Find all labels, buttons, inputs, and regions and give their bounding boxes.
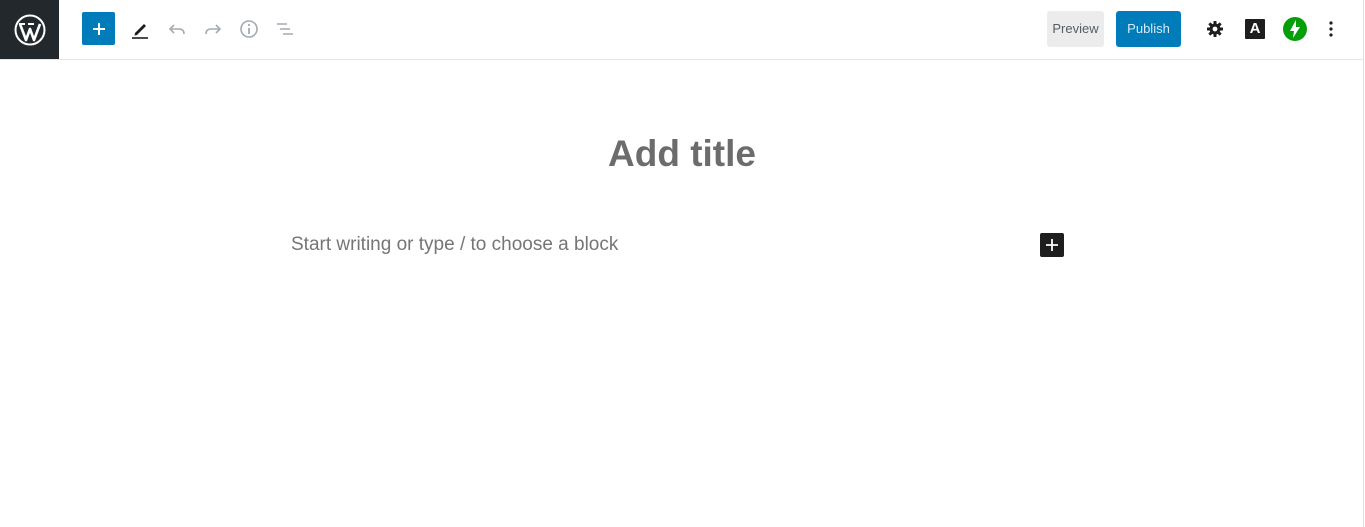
pencil-icon <box>132 24 148 39</box>
vertical-ellipsis-icon <box>1329 21 1333 37</box>
more-menu-button[interactable] <box>1314 12 1348 46</box>
tools-button[interactable] <box>123 12 157 46</box>
gear-icon <box>1207 21 1223 37</box>
preview-button[interactable]: Preview <box>1047 11 1104 47</box>
paragraph-block-placeholder[interactable]: Start writing or type / to choose a bloc… <box>291 233 618 257</box>
info-icon <box>240 20 258 38</box>
list-view-button[interactable] <box>268 12 302 46</box>
font-button[interactable]: A <box>1238 12 1272 46</box>
window-edge <box>1363 0 1364 527</box>
editor-toolbar: Preview Publish A <box>0 0 1364 60</box>
plus-icon <box>92 22 105 35</box>
block-editor: Preview Publish A Add title Start writin… <box>0 0 1365 527</box>
post-title-input[interactable]: Add title <box>0 128 1364 180</box>
wordpress-logo-button[interactable] <box>0 0 59 59</box>
redo-button[interactable] <box>196 12 230 46</box>
add-block-button[interactable] <box>82 12 115 45</box>
publish-button[interactable]: Publish <box>1116 11 1181 47</box>
font-button-letter: A <box>1249 20 1261 37</box>
undo-icon <box>168 24 185 35</box>
redo-icon <box>205 24 222 35</box>
jetpack-bolt-icon <box>1283 17 1307 41</box>
settings-button[interactable] <box>1198 12 1232 46</box>
wordpress-logo-icon <box>14 14 45 45</box>
jetpack-button[interactable] <box>1278 12 1312 46</box>
inline-add-block-button[interactable] <box>1040 233 1064 257</box>
info-button[interactable] <box>232 12 266 46</box>
letter-a-icon: A <box>1245 19 1265 39</box>
list-view-icon <box>277 23 293 35</box>
undo-button[interactable] <box>160 12 194 46</box>
plus-icon <box>1046 239 1058 251</box>
